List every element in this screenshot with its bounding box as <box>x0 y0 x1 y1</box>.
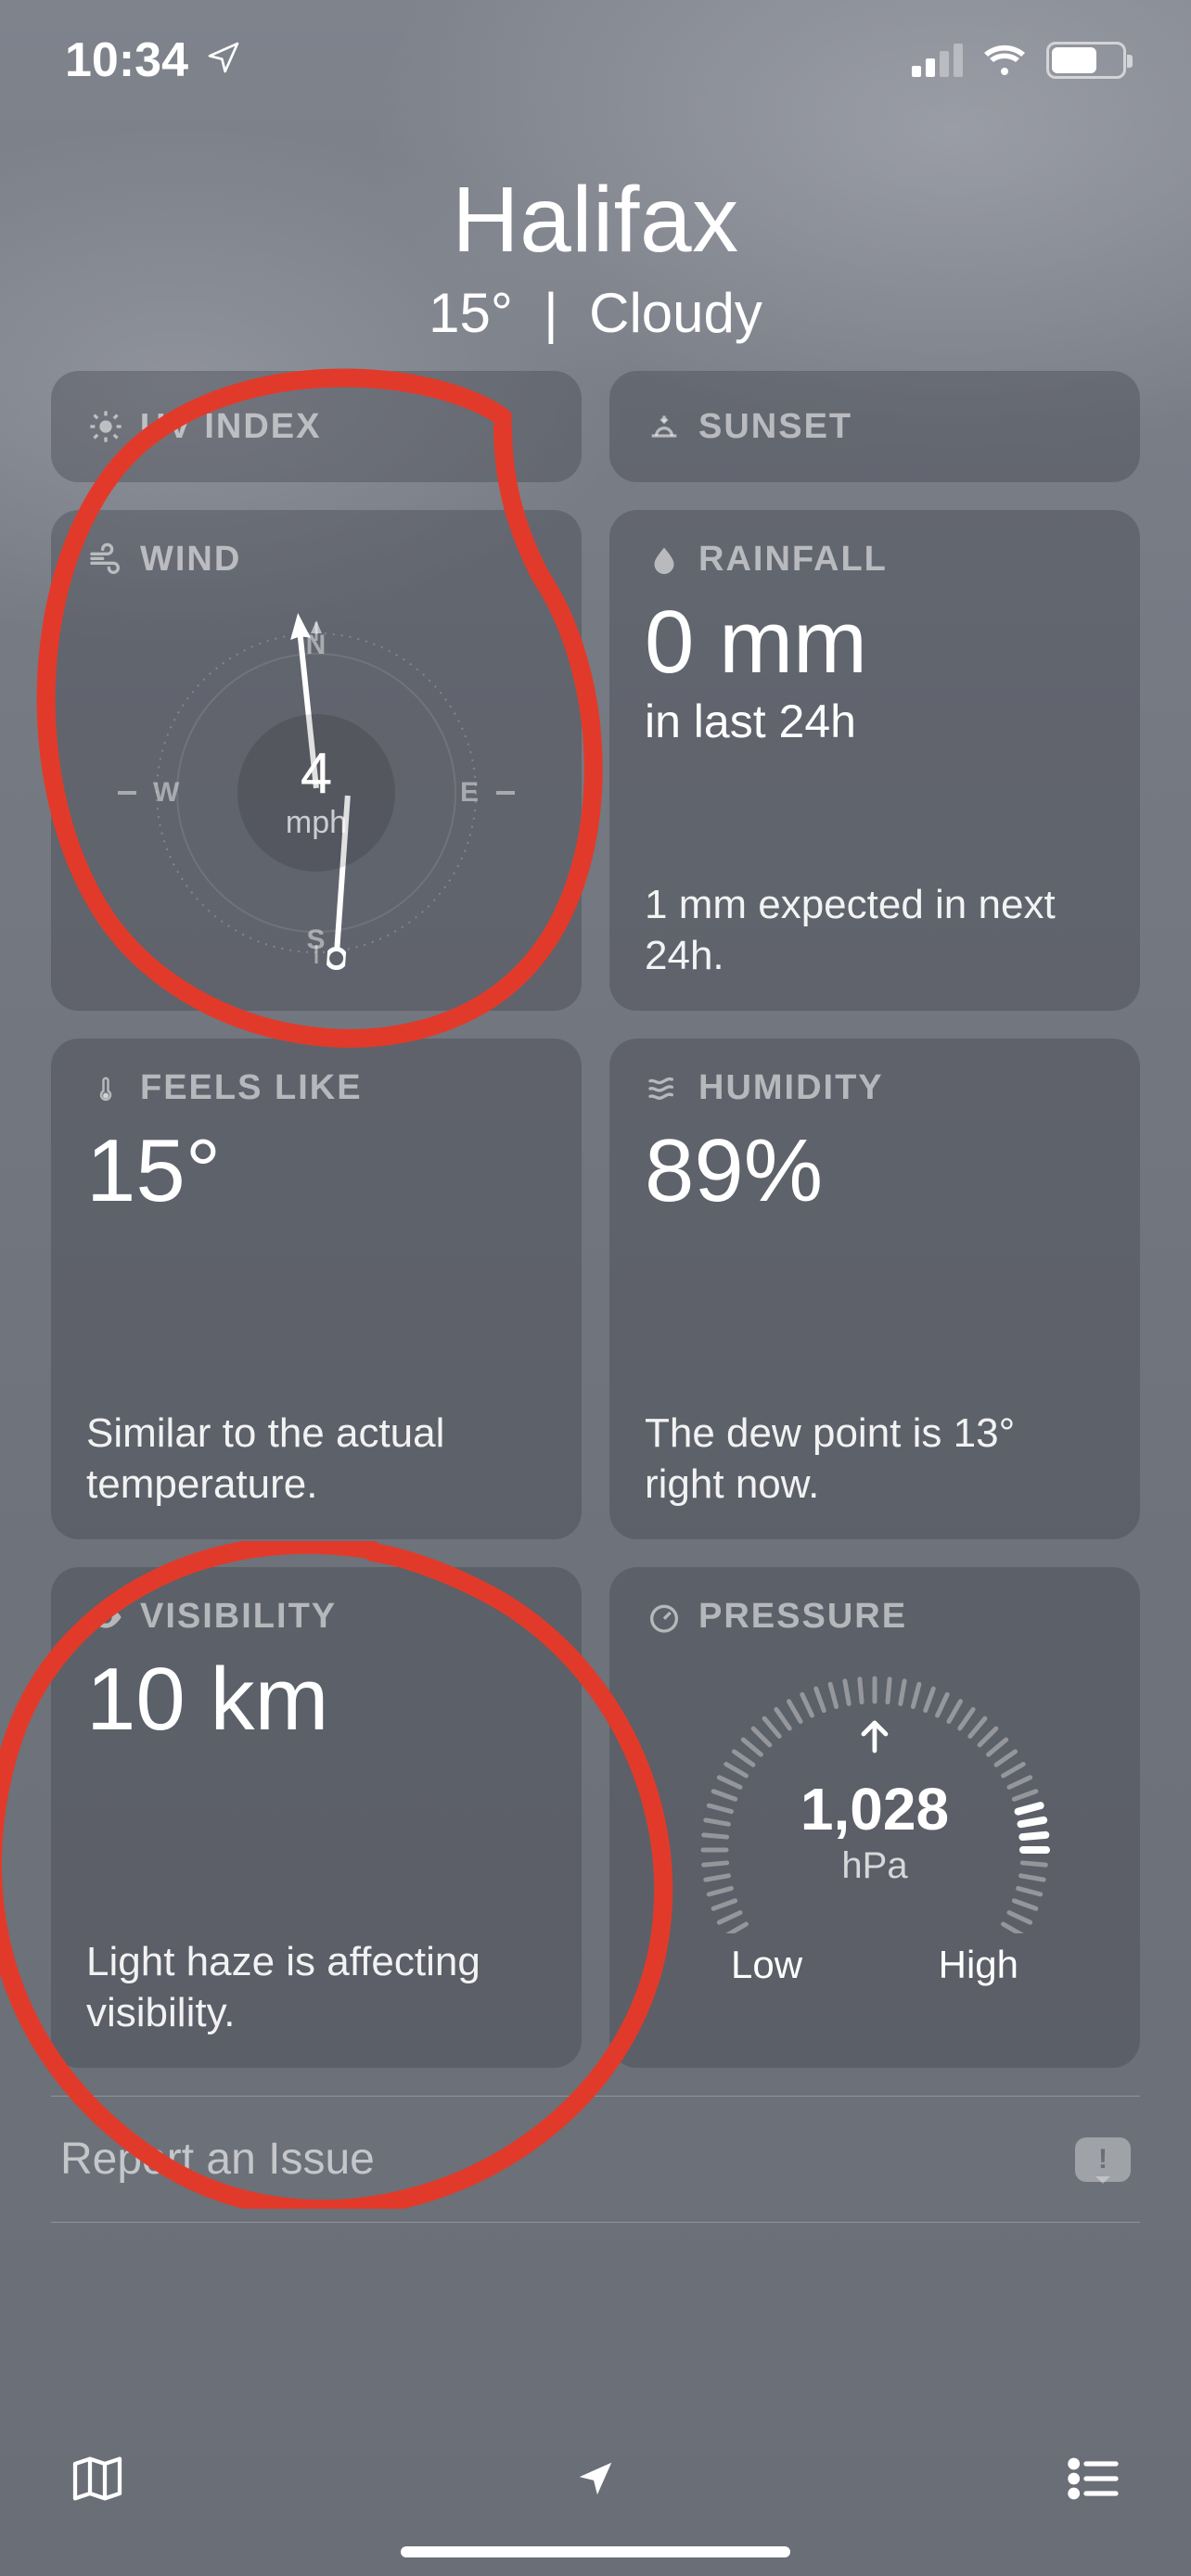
feels-title: FEELS LIKE <box>140 1068 363 1108</box>
visibility-card[interactable]: VISIBILITY 10 km Light haze is affecting… <box>51 1567 582 2068</box>
eye-icon <box>86 1598 125 1637</box>
header-sep: | <box>544 282 558 344</box>
thermometer-icon <box>86 1069 125 1108</box>
wind-unit: mph <box>286 805 347 841</box>
gauge-icon <box>645 1598 684 1637</box>
home-indicator[interactable] <box>401 2546 790 2557</box>
sunset-title: SUNSET <box>698 407 852 447</box>
sunset-card[interactable]: SUNSET <box>609 371 1140 482</box>
uv-title: UV INDEX <box>140 407 321 447</box>
pressure-card[interactable]: PRESSURE 1,028 hPa <box>609 1567 1140 2068</box>
status-time: 10:34 <box>65 32 188 88</box>
wind-card[interactable]: WIND N S <box>51 510 582 1011</box>
pressure-unit: hPa <box>800 1845 949 1887</box>
sun-icon <box>86 407 125 446</box>
report-bubble-icon: ! <box>1075 2137 1131 2182</box>
report-issue-label: Report an Issue <box>60 2134 375 2185</box>
header-temp: 15° <box>429 282 513 344</box>
humidity-desc: The dew point is 13° right now. <box>645 1408 1105 1510</box>
locations-list-button[interactable] <box>1061 2446 1126 2511</box>
rain-title: RAINFALL <box>698 540 888 580</box>
location-header: Halifax 15° | Cloudy <box>0 167 1191 345</box>
compass-w: W <box>153 777 180 809</box>
humidity-icon <box>645 1069 684 1108</box>
wind-title: WIND <box>140 540 241 580</box>
visibility-desc: Light haze is affecting visibility. <box>86 1936 546 2038</box>
map-button[interactable] <box>65 2446 130 2511</box>
wind-icon <box>86 541 125 580</box>
rainfall-card[interactable]: RAINFALL 0 mm in last 24h 1 mm expected … <box>609 510 1140 1011</box>
feels-value: 15° <box>86 1127 546 1216</box>
status-bar: 10:34 <box>0 0 1191 121</box>
sunset-icon <box>645 407 684 446</box>
pressure-gauge: 1,028 hPa Low High <box>609 1646 1140 2049</box>
feels-desc: Similar to the actual temperature. <box>86 1408 546 1510</box>
compass-e: E <box>460 777 480 809</box>
humidity-value: 89% <box>645 1127 1105 1216</box>
pressure-high-label: High <box>939 1943 1018 1987</box>
cell-signal-icon <box>912 44 963 77</box>
report-issue-row[interactable]: Report an Issue ! <box>51 2096 1140 2223</box>
city-name: Halifax <box>0 167 1191 274</box>
rain-value: 0 mm <box>645 598 1105 687</box>
battery-icon <box>1046 42 1126 79</box>
uv-index-card[interactable]: UV INDEX <box>51 371 582 482</box>
wifi-icon <box>981 42 1028 79</box>
droplet-icon <box>645 541 684 580</box>
pressure-value: 1,028 <box>800 1775 949 1843</box>
wind-compass: N S E W <box>51 593 582 992</box>
feels-like-card[interactable]: FEELS LIKE 15° Similar to the actual tem… <box>51 1039 582 1539</box>
humidity-title: HUMIDITY <box>698 1068 884 1108</box>
visibility-value: 10 km <box>86 1655 546 1744</box>
pressure-title: PRESSURE <box>698 1597 907 1637</box>
pressure-low-label: Low <box>731 1943 802 1987</box>
humidity-card[interactable]: HUMIDITY 89% The dew point is 13° right … <box>609 1039 1140 1539</box>
rain-desc: 1 mm expected in next 24h. <box>645 879 1105 981</box>
wind-speed: 4 <box>301 746 332 803</box>
rain-sub: in last 24h <box>645 695 1105 748</box>
current-location-button[interactable] <box>563 2446 628 2511</box>
header-condition: Cloudy <box>589 282 762 344</box>
arrow-up-icon <box>800 1711 949 1769</box>
location-arrow-icon <box>205 32 242 88</box>
visibility-title: VISIBILITY <box>140 1597 337 1637</box>
